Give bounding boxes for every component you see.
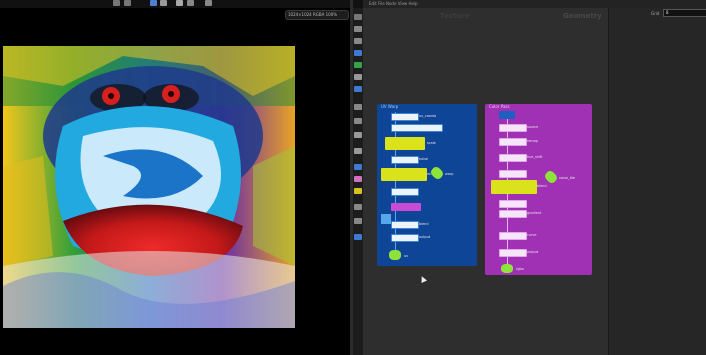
graph-node[interactable] [499,210,527,218]
node-label: blend [419,222,429,226]
tool-icon[interactable] [113,0,120,6]
node-label: hue_shift [527,155,543,159]
tool-icon[interactable] [150,0,157,6]
image-info-text: 1024×1024 RGBA 100% [288,12,338,17]
grid-field-label: Grid [651,11,660,16]
node-label: output [419,235,431,239]
graph-node[interactable] [499,111,515,119]
graph-node[interactable] [385,137,425,150]
tool-icon[interactable] [354,164,362,170]
node-label: noise_tile [559,176,576,180]
graph-node[interactable] [543,169,559,185]
graph-node[interactable] [499,200,527,208]
tool-icon[interactable] [354,176,362,182]
graph-node[interactable] [499,138,527,146]
graph-node[interactable] [381,168,427,181]
tab-geometry[interactable]: Geometry [563,12,602,20]
graph-node[interactable] [391,113,419,121]
graph-node[interactable] [499,154,527,162]
node-group-purple[interactable]: Color Pass source remap hue_shift blend … [485,104,592,275]
menu-text[interactable]: Edit File Node View Help [369,1,418,6]
tool-icon[interactable] [354,218,362,224]
graph-node[interactable] [499,249,527,257]
output-node-icon[interactable] [389,250,401,260]
tool-icon[interactable] [354,148,362,154]
tool-icon[interactable] [354,188,362,194]
graph-node[interactable] [381,214,391,224]
node-label: source [527,125,539,129]
node-label: output [527,250,539,254]
grid-field-value: 8 [666,10,669,15]
tool-icon[interactable] [124,0,131,6]
tool-icon[interactable] [187,0,194,6]
group-title: UV Warp [381,104,399,109]
graph-node[interactable] [391,188,419,196]
graph-node[interactable] [499,232,527,240]
graph-node[interactable] [391,156,419,164]
tool-icon[interactable] [354,204,362,210]
graph-node[interactable] [391,124,443,132]
node-label: curve [527,233,537,237]
tool-icon[interactable] [354,132,362,138]
graph-node[interactable] [391,221,419,229]
mandrill-artwork [3,46,295,328]
tool-icon[interactable] [176,0,183,6]
output-node-icon[interactable] [501,264,513,273]
node-label: scale [427,141,436,145]
tool-icon[interactable] [354,50,362,56]
tool-icon[interactable] [354,62,362,68]
group-title: Color Pass [489,104,510,109]
tool-icon[interactable] [354,118,362,124]
node-label: remap [527,139,538,143]
image-info-badge: 1024×1024 RGBA 100% [285,10,349,20]
tool-icon[interactable] [354,104,362,110]
tool-icon[interactable] [354,74,362,80]
tab-texture[interactable]: Texture [440,12,470,20]
graph-node[interactable] [391,203,421,211]
node-label: uv [404,254,409,258]
grid-field-input[interactable]: 8 [663,9,706,17]
graph-menu-bar: Edit File Node View Help [363,0,706,8]
tool-icon[interactable] [354,38,362,44]
tool-icon[interactable] [205,0,212,6]
graph-node[interactable] [499,170,527,178]
inspector-panel: Grid 8 [608,8,706,355]
node-label: rgba [516,267,524,271]
tool-icon[interactable] [354,86,362,92]
tool-icon[interactable] [354,26,362,32]
node-label: warp [445,172,454,176]
graph-node[interactable] [429,165,445,181]
node-label: uv_coords [419,114,437,118]
node-label: gradient [527,211,542,215]
graph-node[interactable] [491,180,537,194]
node-label: blend [537,184,547,188]
graph-node[interactable] [499,124,527,132]
graph-node[interactable] [391,234,419,242]
tool-icon[interactable] [160,0,167,6]
vertical-toolbar [353,8,363,355]
node-label: noise [419,157,429,161]
tool-icon[interactable] [354,14,362,20]
tool-icon[interactable] [354,234,362,240]
node-group-blue[interactable]: UV Warp uv_coords scale noise mix warp b… [377,104,477,266]
